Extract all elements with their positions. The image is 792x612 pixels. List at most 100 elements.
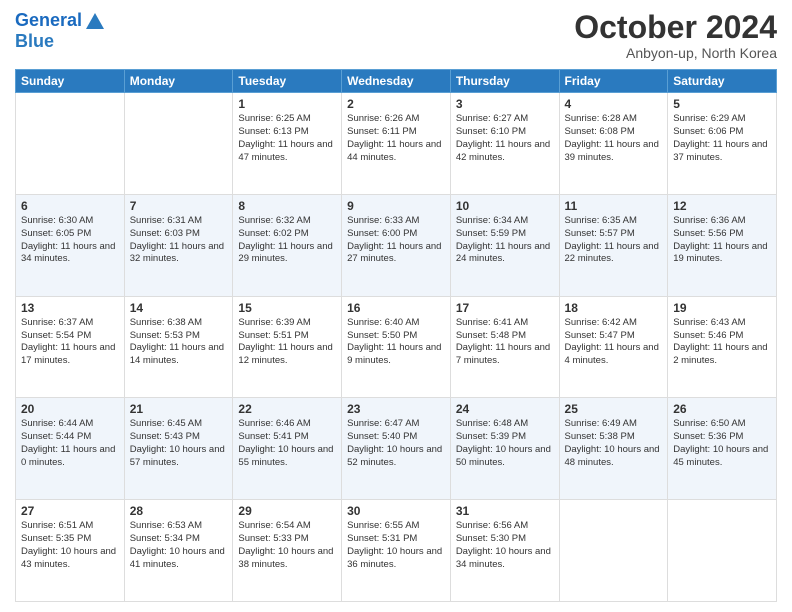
day-info: Sunrise: 6:35 AM Sunset: 5:57 PM Dayligh… [565,215,663,266]
day-cell [16,93,125,195]
day-cell: 1 Sunrise: 6:25 AM Sunset: 6:13 PM Daylig… [233,93,342,195]
col-wednesday: Wednesday [342,70,451,93]
day-number: 28 [130,504,228,518]
week-row-2: 13Sunrise: 6:37 AM Sunset: 5:54 PM Dayli… [16,296,777,398]
day-cell [668,500,777,602]
day-info: Sunrise: 6:27 AM Sunset: 6:10 PM Dayligh… [456,113,554,164]
day-number: 19 [673,301,771,315]
calendar-subtitle: Anbyon-up, North Korea [574,45,777,61]
day-info: Sunrise: 6:48 AM Sunset: 5:39 PM Dayligh… [456,418,554,469]
day-cell: 25 Sunrise: 6:49 AM Sunset: 5:38 PM Dayli… [559,398,668,500]
day-number: 23 [347,402,445,416]
day-number: 10 [456,199,554,213]
day-cell: 20 Sunrise: 6:44 AM Sunset: 5:44 PM Dayli… [16,398,125,500]
day-number: 30 [347,504,445,518]
day-number: 9 [347,199,445,213]
day-number: 1 [238,97,336,111]
day-info: Sunrise: 6:49 AM Sunset: 5:38 PM Dayligh… [565,418,663,469]
day-info: Sunrise: 6:50 AM Sunset: 5:36 PM Dayligh… [673,418,771,469]
day-cell: 7Sunrise: 6:31 AM Sunset: 6:03 PM Daylig… [124,194,233,296]
day-info: Sunrise: 6:54 AM Sunset: 5:33 PM Dayligh… [238,520,336,571]
logo-content: General Blue [15,10,106,52]
day-cell: 31Sunrise: 6:56 AM Sunset: 5:30 PM Dayli… [450,500,559,602]
day-cell: 29 Sunrise: 6:54 AM Sunset: 5:33 PM Dayli… [233,500,342,602]
day-info: Sunrise: 6:43 AM Sunset: 5:46 PM Dayligh… [673,317,771,368]
day-number: 16 [347,301,445,315]
day-info: Sunrise: 6:39 AM Sunset: 5:51 PM Dayligh… [238,317,336,368]
day-number: 4 [565,97,663,111]
title-block: October 2024 Anbyon-up, North Korea [574,10,777,61]
col-saturday: Saturday [668,70,777,93]
day-info: Sunrise: 6:34 AM Sunset: 5:59 PM Dayligh… [456,215,554,266]
day-info: Sunrise: 6:56 AM Sunset: 5:30 PM Dayligh… [456,520,554,571]
day-cell: 13Sunrise: 6:37 AM Sunset: 5:54 PM Dayli… [16,296,125,398]
logo-icon [84,11,106,31]
day-number: 20 [21,402,119,416]
day-number: 7 [130,199,228,213]
day-cell: 24Sunrise: 6:48 AM Sunset: 5:39 PM Dayli… [450,398,559,500]
day-info: Sunrise: 6:46 AM Sunset: 5:41 PM Dayligh… [238,418,336,469]
day-info: Sunrise: 6:41 AM Sunset: 5:48 PM Dayligh… [456,317,554,368]
day-cell: 21Sunrise: 6:45 AM Sunset: 5:43 PM Dayli… [124,398,233,500]
day-cell: 28 Sunrise: 6:53 AM Sunset: 5:34 PM Dayli… [124,500,233,602]
day-number: 5 [673,97,771,111]
day-info: Sunrise: 6:25 AM Sunset: 6:13 PM Dayligh… [238,113,336,164]
day-number: 17 [456,301,554,315]
day-cell: 2Sunrise: 6:26 AM Sunset: 6:11 PM Daylig… [342,93,451,195]
col-tuesday: Tuesday [233,70,342,93]
day-number: 15 [238,301,336,315]
day-number: 11 [565,199,663,213]
col-monday: Monday [124,70,233,93]
day-number: 3 [456,97,554,111]
day-cell: 26 Sunrise: 6:50 AM Sunset: 5:36 PM Dayli… [668,398,777,500]
day-cell [124,93,233,195]
day-cell: 22 Sunrise: 6:46 AM Sunset: 5:41 PM Dayli… [233,398,342,500]
day-number: 8 [238,199,336,213]
day-cell: 19 Sunrise: 6:43 AM Sunset: 5:46 PM Dayli… [668,296,777,398]
week-row-1: 6 Sunrise: 6:30 AM Sunset: 6:05 PM Daylig… [16,194,777,296]
day-number: 22 [238,402,336,416]
day-info: Sunrise: 6:30 AM Sunset: 6:05 PM Dayligh… [21,215,119,266]
day-number: 14 [130,301,228,315]
logo-blue: Blue [15,31,106,52]
day-cell: 27Sunrise: 6:51 AM Sunset: 5:35 PM Dayli… [16,500,125,602]
day-number: 12 [673,199,771,213]
day-info: Sunrise: 6:38 AM Sunset: 5:53 PM Dayligh… [130,317,228,368]
day-number: 26 [673,402,771,416]
day-cell: 30Sunrise: 6:55 AM Sunset: 5:31 PM Dayli… [342,500,451,602]
day-number: 29 [238,504,336,518]
day-cell: 5 Sunrise: 6:29 AM Sunset: 6:06 PM Daylig… [668,93,777,195]
day-cell: 17 Sunrise: 6:41 AM Sunset: 5:48 PM Dayli… [450,296,559,398]
logo-general: General [15,10,82,30]
day-number: 18 [565,301,663,315]
day-cell: 12 Sunrise: 6:36 AM Sunset: 5:56 PM Dayli… [668,194,777,296]
header-row: Sunday Monday Tuesday Wednesday Thursday… [16,70,777,93]
day-info: Sunrise: 6:26 AM Sunset: 6:11 PM Dayligh… [347,113,445,164]
calendar-title: October 2024 [574,10,777,45]
day-cell: 8 Sunrise: 6:32 AM Sunset: 6:02 PM Daylig… [233,194,342,296]
week-row-3: 20 Sunrise: 6:44 AM Sunset: 5:44 PM Dayli… [16,398,777,500]
day-info: Sunrise: 6:32 AM Sunset: 6:02 PM Dayligh… [238,215,336,266]
day-number: 6 [21,199,119,213]
day-info: Sunrise: 6:40 AM Sunset: 5:50 PM Dayligh… [347,317,445,368]
day-info: Sunrise: 6:44 AM Sunset: 5:44 PM Dayligh… [21,418,119,469]
logo-text: General [15,10,106,31]
calendar-table: Sunday Monday Tuesday Wednesday Thursday… [15,69,777,602]
day-cell: 15 Sunrise: 6:39 AM Sunset: 5:51 PM Dayli… [233,296,342,398]
week-row-0: 1 Sunrise: 6:25 AM Sunset: 6:13 PM Daylig… [16,93,777,195]
day-info: Sunrise: 6:47 AM Sunset: 5:40 PM Dayligh… [347,418,445,469]
day-cell [559,500,668,602]
day-info: Sunrise: 6:36 AM Sunset: 5:56 PM Dayligh… [673,215,771,266]
day-cell: 6 Sunrise: 6:30 AM Sunset: 6:05 PM Daylig… [16,194,125,296]
day-info: Sunrise: 6:29 AM Sunset: 6:06 PM Dayligh… [673,113,771,164]
day-cell: 4Sunrise: 6:28 AM Sunset: 6:08 PM Daylig… [559,93,668,195]
col-thursday: Thursday [450,70,559,93]
day-info: Sunrise: 6:53 AM Sunset: 5:34 PM Dayligh… [130,520,228,571]
col-sunday: Sunday [16,70,125,93]
day-info: Sunrise: 6:33 AM Sunset: 6:00 PM Dayligh… [347,215,445,266]
day-cell: 10 Sunrise: 6:34 AM Sunset: 5:59 PM Dayli… [450,194,559,296]
page: General Blue October 2024 Anbyon-up, Nor… [0,0,792,612]
week-row-4: 27Sunrise: 6:51 AM Sunset: 5:35 PM Dayli… [16,500,777,602]
day-number: 21 [130,402,228,416]
day-number: 25 [565,402,663,416]
